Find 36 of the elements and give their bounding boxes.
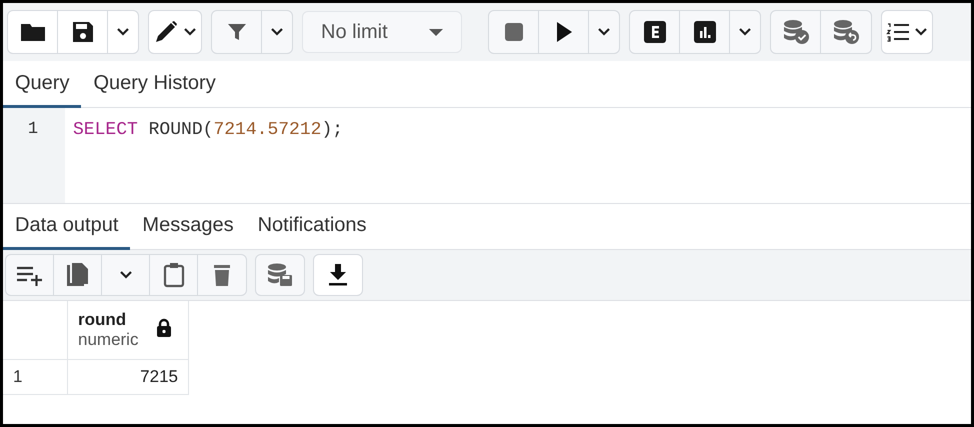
stop-icon [504, 22, 524, 42]
copy-icon [66, 262, 90, 288]
dropdown-arrow-icon [429, 28, 443, 36]
explain-icon [644, 21, 666, 43]
trash-icon [213, 263, 231, 287]
filter-icon [226, 22, 246, 42]
caret-icon [597, 27, 611, 37]
code-line: SELECT ROUND(7214.57212); [73, 120, 344, 140]
tab[interactable]: Query History [81, 61, 228, 108]
play-icon [554, 21, 572, 43]
lock-icon [156, 318, 172, 338]
pen-icon [153, 20, 179, 44]
tab[interactable]: Messages [130, 204, 246, 250]
save-icon [72, 21, 94, 43]
download-icon [327, 263, 349, 287]
caret-icon [738, 27, 752, 37]
line-number: 1 [26, 120, 40, 139]
tab[interactable]: Notifications [246, 204, 379, 250]
caret-icon [183, 27, 197, 37]
caret-icon [116, 27, 130, 37]
table-cell: 7215 [68, 360, 188, 394]
column-type: numeric [78, 330, 138, 350]
folder-icon [20, 22, 46, 42]
caret-icon [270, 27, 284, 37]
database-undo-icon [832, 19, 860, 45]
numbered-list-icon [886, 22, 910, 42]
chart-icon [694, 21, 716, 43]
caret-icon [118, 270, 132, 280]
caret-icon [914, 27, 928, 37]
clipboard-icon [162, 262, 184, 288]
column-name: round [78, 310, 128, 330]
add-row-icon [16, 264, 44, 286]
row-number: 1 [3, 360, 68, 394]
database-check-icon [782, 19, 810, 45]
database-save-icon [267, 263, 293, 287]
row-limit-dropdown[interactable]: No limit [302, 11, 462, 53]
